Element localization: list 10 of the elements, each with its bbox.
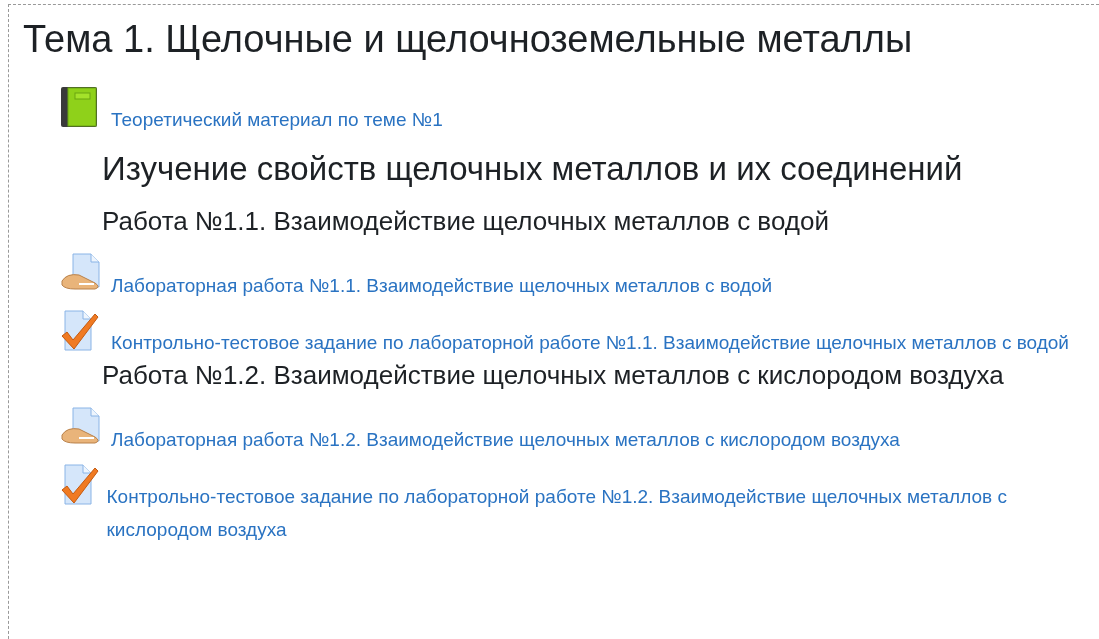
section-title: Тема 1. Щелочные и щелочноземельные металлы xyxy=(22,17,914,62)
book-icon xyxy=(61,87,97,127)
activity-link[interactable]: Лабораторная работа №1.1. Взаимодействие щелочных металлов с водой xyxy=(111,253,777,303)
subsection-heading: Работа №1.1. Взаимодействие щелочных металлов с водой xyxy=(101,205,830,238)
activity-link[interactable]: Контрольно-тестовое задание по лабораторной работе №1.2. Взаимодействие щелочных металлов с кислородом воздуха xyxy=(106,464,1099,547)
subsection-heading: Работа №1.2. Взаимодействие щелочных металлов с кислородом воздуха xyxy=(101,359,1005,392)
activity-link[interactable]: Теоретический материал по теме №1 xyxy=(111,87,447,136)
section-heading: Изучение свойств щелочных металлов и их соединений xyxy=(101,149,964,189)
activity-link[interactable]: Контрольно-тестовое задание по лабораторной работе №1.1. Взаимодействие щелочных металлов с водой xyxy=(111,310,1073,360)
activity-link[interactable]: Лабораторная работа №1.2. Взаимодействие щелочных металлов с кислородом воздуха xyxy=(111,407,904,457)
